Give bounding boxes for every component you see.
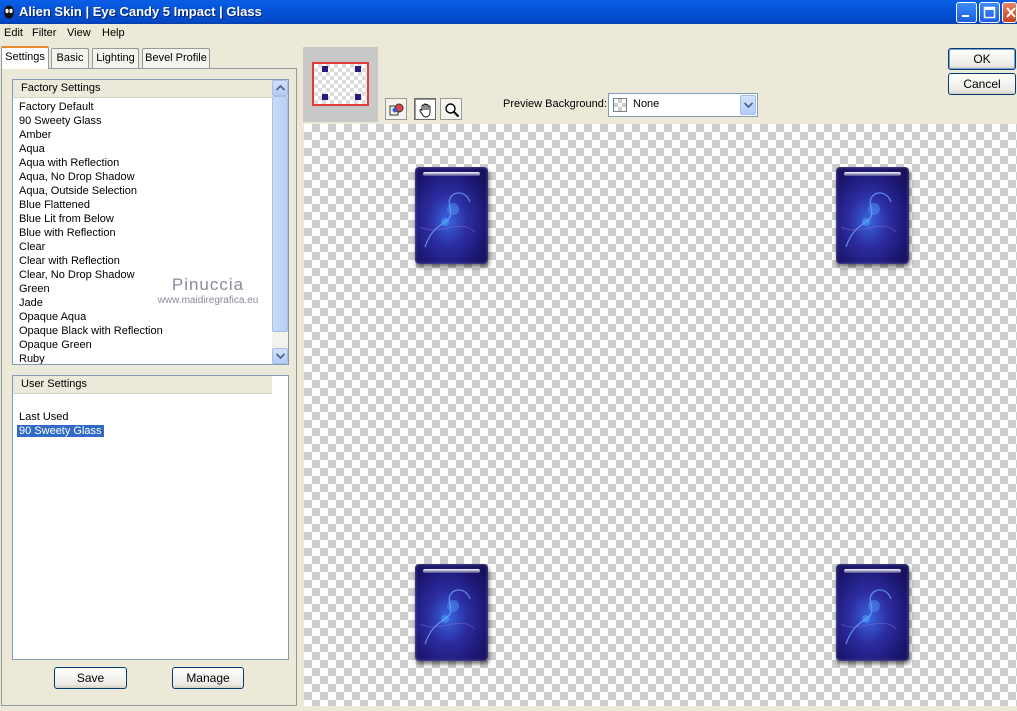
hand-icon — [419, 103, 431, 118]
list-item[interactable]: 90 Sweety Glass — [13, 114, 272, 128]
background-swatch — [613, 98, 627, 112]
factory-settings-scrollbar[interactable] — [272, 80, 288, 364]
thumbnail-tile — [355, 94, 361, 100]
chevron-up-icon — [276, 85, 285, 91]
window-title: Alien Skin | Eye Candy 5 Impact | Glass — [19, 4, 262, 19]
tab-settings[interactable]: Settings — [1, 46, 49, 69]
fractal-pattern — [840, 589, 897, 645]
factory-settings-header: Factory Settings — [13, 80, 272, 98]
preview-background-label: Preview Background: — [503, 98, 607, 110]
save-button[interactable]: Save — [54, 667, 127, 689]
watermark: Pinuccia www.maidiregrafica.eu — [143, 275, 273, 306]
list-item[interactable]: Aqua, Outside Selection — [13, 184, 272, 198]
tab-basic[interactable]: Basic — [51, 48, 89, 68]
thumbnail-tile — [322, 66, 328, 72]
list-item[interactable]: Aqua — [13, 142, 272, 156]
scroll-down-button[interactable] — [272, 348, 288, 364]
list-item[interactable]: Aqua, No Drop Shadow — [13, 170, 272, 184]
fractal-pattern — [419, 589, 476, 645]
dropdown-button[interactable] — [740, 95, 756, 115]
user-settings-items: Last Used 90 Sweety Glass — [13, 410, 288, 438]
title-bar: Alien Skin | Eye Candy 5 Impact | Glass — [0, 0, 1017, 24]
minimize-icon — [962, 15, 969, 17]
alien-skin-app-icon — [4, 5, 14, 19]
menu-bar: Edit Filter View Help — [0, 24, 1017, 44]
close-icon — [1006, 7, 1016, 18]
maximize-icon — [983, 6, 996, 19]
list-item[interactable]: Amber — [13, 128, 272, 142]
preview-background-value: None — [633, 98, 660, 110]
tab-lighting[interactable]: Lighting — [92, 48, 139, 68]
preview-background-select[interactable]: None — [608, 93, 758, 117]
list-item[interactable]: Opaque Green — [13, 338, 272, 352]
glass-tile — [415, 167, 488, 264]
tile-highlight — [423, 172, 480, 176]
glass-tile — [836, 167, 909, 264]
factory-settings-items: Factory Default 90 Sweety Glass Amber Aq… — [13, 100, 272, 364]
navigator-thumbnail[interactable] — [303, 47, 378, 122]
navigator-view-frame[interactable] — [312, 62, 369, 106]
thumbnail-tile — [355, 66, 361, 72]
list-item[interactable]: Aqua with Reflection — [13, 156, 272, 170]
compare-tool-button[interactable] — [385, 98, 407, 120]
watermark-name: Pinuccia — [171, 275, 245, 294]
list-item[interactable]: Last Used — [13, 410, 288, 424]
settings-panel: Factory Settings Factory Default 90 Swee… — [1, 68, 297, 706]
tile-highlight — [423, 569, 480, 573]
hand-tool-button[interactable] — [414, 98, 436, 120]
chevron-down-icon — [276, 353, 285, 359]
compare-icon — [389, 103, 404, 116]
zoom-tool-button[interactable] — [440, 98, 462, 120]
list-item[interactable]: Blue Lit from Below — [13, 212, 272, 226]
scroll-up-button[interactable] — [272, 80, 288, 96]
preview-canvas[interactable] — [304, 124, 1017, 706]
zoom-icon — [445, 103, 460, 118]
ok-button[interactable]: OK — [948, 48, 1016, 70]
manage-button[interactable]: Manage — [172, 667, 244, 689]
list-item[interactable]: Factory Default — [13, 100, 272, 114]
menu-help[interactable]: Help — [102, 27, 125, 39]
menu-view[interactable]: View — [67, 27, 91, 39]
status-strip — [0, 706, 1017, 711]
fractal-pattern — [419, 192, 476, 248]
list-item[interactable]: Blue with Reflection — [13, 226, 272, 240]
close-button[interactable] — [1002, 2, 1017, 23]
tile-highlight — [844, 569, 901, 573]
thumbnail-tile — [322, 94, 328, 100]
tile-highlight — [844, 172, 901, 176]
scroll-thumb[interactable] — [272, 96, 288, 332]
menu-edit[interactable]: Edit — [4, 27, 23, 39]
factory-settings-list[interactable]: Factory Settings Factory Default 90 Swee… — [12, 79, 289, 365]
tab-bevel-profile[interactable]: Bevel Profile — [142, 48, 210, 68]
list-item-label: Last Used — [19, 411, 69, 423]
user-settings-header: User Settings — [13, 376, 272, 394]
glass-tile — [415, 564, 488, 661]
list-item-label: 90 Sweety Glass — [17, 425, 104, 437]
chevron-down-icon — [744, 102, 753, 108]
cancel-button[interactable]: Cancel — [948, 73, 1016, 95]
glass-tile — [836, 564, 909, 661]
list-item[interactable]: Opaque Black with Reflection — [13, 324, 272, 338]
user-settings-list[interactable]: User Settings Last Used 90 Sweety Glass — [12, 375, 289, 660]
list-item-selected[interactable]: 90 Sweety Glass — [13, 424, 288, 438]
menu-filter[interactable]: Filter — [32, 27, 56, 39]
list-item[interactable]: Blue Flattened — [13, 198, 272, 212]
list-item[interactable]: Clear — [13, 240, 272, 254]
list-item[interactable]: Opaque Aqua — [13, 310, 272, 324]
maximize-button[interactable] — [979, 2, 1000, 23]
fractal-pattern — [840, 192, 897, 248]
watermark-url: www.maidiregrafica.eu — [157, 295, 259, 306]
minimize-button[interactable] — [956, 2, 977, 23]
list-item[interactable]: Ruby — [13, 352, 272, 364]
list-item[interactable]: Clear with Reflection — [13, 254, 272, 268]
